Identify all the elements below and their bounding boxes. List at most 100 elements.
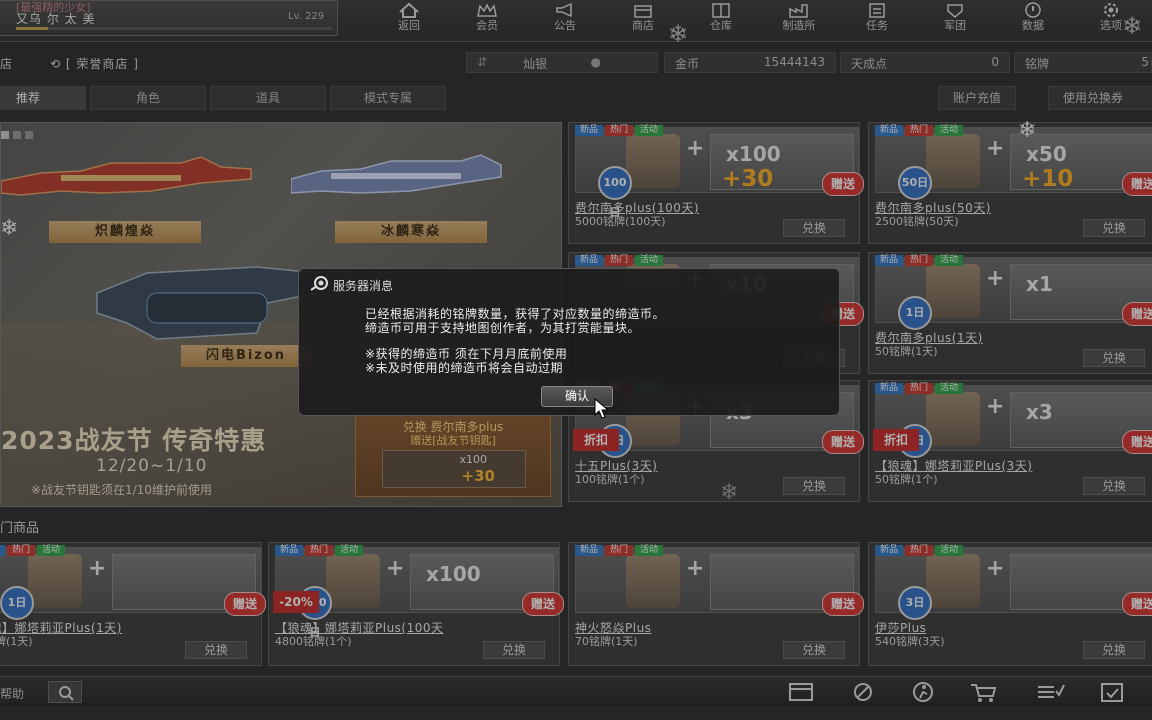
product-image: + x50 +10 赠送 50日 xyxy=(875,127,1152,200)
exchange-button[interactable]: 兑换 xyxy=(185,641,247,659)
nav-item-2[interactable]: 公告 xyxy=(526,0,604,36)
product-price: 4800铭牌(1个) xyxy=(275,635,352,648)
nav-item-7[interactable]: 军团 xyxy=(916,0,994,36)
breadcrumb[interactable]: ⟲ [ 荣誉商店 ] xyxy=(50,55,139,72)
use-voucher-button[interactable]: 使用兑换券 xyxy=(1048,86,1152,110)
exchange-button[interactable]: 兑换 xyxy=(483,641,545,659)
plus-icon: + xyxy=(386,556,405,581)
product-image: + 赠送 xyxy=(575,547,864,616)
tab-mode[interactable]: 模式专属 xyxy=(330,86,446,110)
product-price: 50铭牌(1个) xyxy=(875,473,938,486)
item-qty: x50 xyxy=(1026,142,1067,166)
player-level: Lv. 229 xyxy=(288,11,325,22)
tag-new: 新品 xyxy=(875,545,904,556)
tag-hot: 热门 xyxy=(905,545,934,556)
product-card[interactable]: + x100 +30 赠送 100日 新品 热门 活动 费尔南多plus(100天) 5000铭牌… xyxy=(568,122,864,244)
nav-item-4[interactable]: 仓库 xyxy=(682,0,760,36)
exchange-button[interactable]: 兑换 xyxy=(783,477,845,495)
runner-button[interactable] xyxy=(906,681,940,703)
hot-products-title: 门商品 xyxy=(0,521,40,536)
promo-image: x100 +30 xyxy=(382,450,526,488)
promo-box[interactable]: 兑换 费尔南多plus 赠送[战友节钥匙] x100 +30 xyxy=(355,411,551,497)
pager-dot[interactable] xyxy=(1,131,9,139)
tab-recommend[interactable]: 推荐 xyxy=(0,86,86,110)
tiancheng-box: 天成点 0 xyxy=(840,52,1010,73)
days-badge: 1日 xyxy=(898,296,932,330)
hot-product-card[interactable]: +赠送1日新品热门活动狼魂】娜塔莉亚Plus(1天)8铭牌(1天)兑换 xyxy=(0,542,266,666)
product-card[interactable]: + x1 赠送 1日 新品 热门 活动 费尔南多plus(1天) 50铭牌(1天) 兑换 xyxy=(868,252,1152,374)
tag-event: 活动 xyxy=(335,545,364,556)
snowflake-icon: ❄ xyxy=(1122,12,1143,40)
medal-label: 铭牌 xyxy=(1025,57,1050,71)
character-portrait xyxy=(28,554,82,608)
tag-new: 新品 xyxy=(575,125,604,136)
plus-icon: + xyxy=(686,556,705,581)
nav-label: 任务 xyxy=(866,19,888,32)
gun-label-3: 闪电Bizon xyxy=(181,345,311,367)
exchange-button[interactable]: 兑换 xyxy=(1083,477,1145,495)
list-button[interactable] xyxy=(1034,681,1068,703)
top-bar: [最强精的少女] 又乌 尔 太 美 Lv. 229 返回 会员 公告 商店 仓库 制造所任… xyxy=(0,0,1152,42)
tag-event: 活动 xyxy=(935,383,964,394)
pager-dot[interactable] xyxy=(13,131,21,139)
product-card[interactable]: +x3赠送3日新品热门活动折扣【狼魂】娜塔莉亚Plus(3天)50铭牌(1个)兑… xyxy=(868,380,1152,502)
tag-row: 新品热门活动 xyxy=(875,545,964,556)
tag-event: 活动 xyxy=(935,545,964,556)
tiancheng-value: 0 xyxy=(991,55,999,69)
hot-product-card[interactable]: + 赠送 新品 热门 活动 神火怒焱Plus 70铭牌(1天) 兑换 xyxy=(568,542,864,666)
nav-label: 数据 xyxy=(1022,19,1044,32)
hot-product-card[interactable]: +x100赠送100日新品热门活动-20%【狼魂】娜塔莉亚Plus(100天48… xyxy=(268,542,564,666)
xp-bar-fill xyxy=(16,27,48,30)
silver-label: 灿银 xyxy=(523,57,548,71)
product-price: 70铭牌(1天) xyxy=(575,635,638,648)
event-note: ※战友节钥匙须在1/10维护前使用 xyxy=(31,483,213,497)
help-label[interactable]: 帮助 xyxy=(0,685,24,702)
plus-icon: + xyxy=(686,136,705,161)
tag-row: 新品热门活动 xyxy=(575,545,664,556)
character-portrait xyxy=(926,392,980,446)
gift-badge: 赠送 xyxy=(1122,302,1152,326)
days-badge: 50日 xyxy=(898,166,932,200)
nav-item-1[interactable]: 会员 xyxy=(448,0,526,36)
calendar-button[interactable] xyxy=(784,681,818,703)
nav-label: 返回 xyxy=(398,19,420,32)
plus-icon: + xyxy=(986,394,1005,419)
snowflake-icon: ❄ xyxy=(720,480,739,505)
exchange-button[interactable]: 兑换 xyxy=(783,219,845,237)
tag-event: 活动 xyxy=(635,125,664,136)
recharge-button[interactable]: 账户充值 xyxy=(938,86,1017,110)
back-arrow-icon[interactable]: ⟲ xyxy=(50,57,61,71)
promo-bonus: +30 xyxy=(461,467,495,485)
character-portrait xyxy=(626,554,680,608)
product-image: + 赠送 3日 xyxy=(875,547,1152,620)
item-qty: x3 xyxy=(1026,400,1053,424)
nav-item-5[interactable]: 制造所 xyxy=(760,0,838,36)
exchange-button[interactable]: 兑换 xyxy=(1083,641,1145,659)
tab-items[interactable]: 道具 xyxy=(210,86,326,110)
gift-badge: 赠送 xyxy=(1122,592,1152,616)
search-button[interactable] xyxy=(48,681,82,703)
dialog-note-2: ※未及时使用的缔造币将会自动过期 xyxy=(365,361,564,375)
tab-character[interactable]: 角色 xyxy=(90,86,206,110)
tag-new: 新品 xyxy=(875,255,904,266)
snowflake-icon: ❄ xyxy=(668,20,689,48)
product-image: + x100 +30 赠送 100日 xyxy=(575,127,864,219)
exchange-button[interactable]: 兑换 xyxy=(1083,349,1145,367)
exchange-button[interactable]: 兑换 xyxy=(1083,219,1145,237)
nav-item-0[interactable]: 返回 xyxy=(370,0,448,36)
hot-product-card[interactable]: + 赠送 3日 新品 热门 活动 伊莎Plus 540铭牌(3天) 兑换 xyxy=(868,542,1152,666)
product-card[interactable]: + x50 +10 赠送 50日 新品 热门 活动 费尔南多plus(50天) 2500铭牌(50… xyxy=(868,122,1152,244)
pager-dot[interactable] xyxy=(25,131,33,139)
nav-item-8[interactable]: 数据 xyxy=(994,0,1072,36)
compass-button[interactable] xyxy=(846,681,880,703)
product-price: 5000铭牌(100天) xyxy=(575,215,666,228)
checklist-button[interactable] xyxy=(1096,681,1130,703)
player-panel[interactable]: [最强精的少女] 又乌 尔 太 美 Lv. 229 xyxy=(0,0,338,36)
character-portrait xyxy=(626,134,680,188)
exchange-button[interactable]: 兑换 xyxy=(783,641,845,659)
sale-badge: 折扣 xyxy=(873,429,919,451)
cart-icon xyxy=(971,684,997,702)
nav-item-6[interactable]: 任务 xyxy=(838,0,916,36)
nav-label: 会员 xyxy=(476,19,498,32)
cart-button[interactable] xyxy=(966,681,1000,703)
